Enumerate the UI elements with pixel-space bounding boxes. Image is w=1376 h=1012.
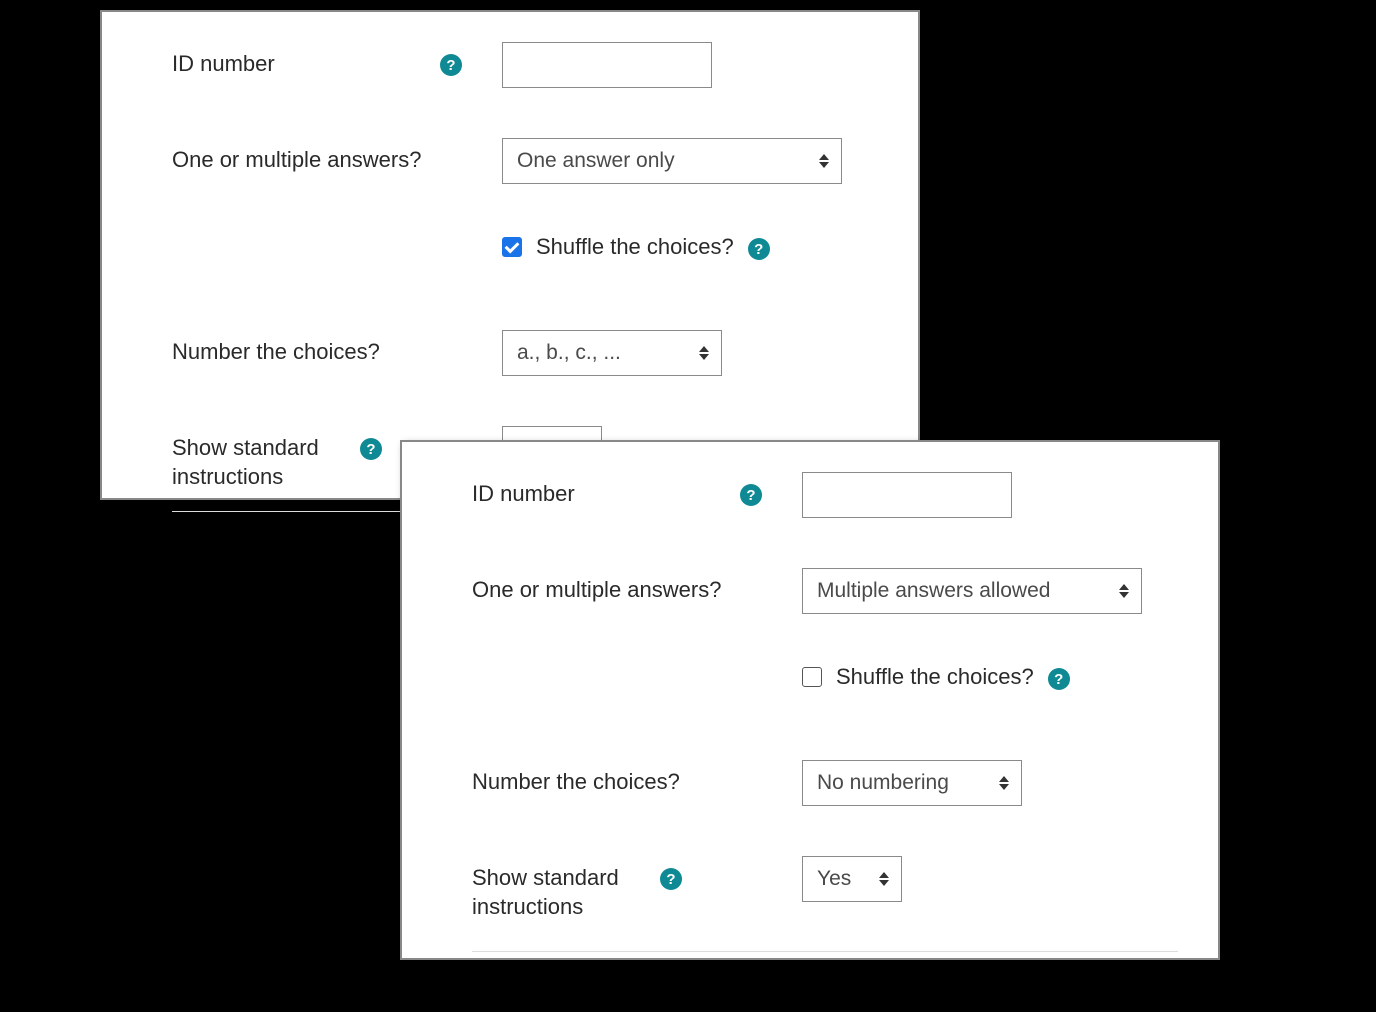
help-icon[interactable]: ?	[748, 238, 770, 260]
number-choices-row: Number the choices? a., b., c., ...	[172, 330, 878, 376]
show-instructions-select[interactable]: Yes	[802, 856, 902, 902]
help-icon[interactable]: ?	[1048, 668, 1070, 690]
number-choices-value: No numbering	[817, 771, 949, 795]
number-choices-select[interactable]: No numbering	[802, 760, 1022, 806]
settings-panel-1: ID number ? One or multiple answers? One…	[100, 10, 920, 500]
id-number-row: ID number ?	[472, 472, 1178, 518]
settings-panel-2: ID number ? One or multiple answers? Mul…	[400, 440, 1220, 960]
show-instructions-value: Yes	[817, 867, 851, 891]
id-number-row: ID number ?	[172, 42, 878, 88]
number-choices-label: Number the choices?	[472, 768, 762, 797]
id-number-label: ID number	[172, 50, 432, 79]
shuffle-checkbox[interactable]	[802, 667, 822, 687]
number-choices-row: Number the choices? No numbering	[472, 760, 1178, 806]
id-number-input[interactable]	[802, 472, 1012, 518]
chevron-sort-icon	[999, 776, 1009, 790]
chevron-sort-icon	[1119, 584, 1129, 598]
help-icon[interactable]: ?	[660, 868, 682, 890]
shuffle-row: Shuffle the choices? ?	[472, 664, 1178, 710]
help-icon[interactable]: ?	[740, 484, 762, 506]
shuffle-label: Shuffle the choices?	[536, 234, 734, 260]
chevron-sort-icon	[819, 154, 829, 168]
id-number-input[interactable]	[502, 42, 712, 88]
number-choices-value: a., b., c., ...	[517, 341, 621, 365]
one-or-multiple-row: One or multiple answers? Multiple answer…	[472, 568, 1178, 614]
one-or-multiple-select[interactable]: One answer only	[502, 138, 842, 184]
one-or-multiple-label: One or multiple answers?	[172, 146, 462, 175]
show-instructions-row: Show standard instructions ? Yes	[472, 856, 1178, 921]
show-instructions-label: Show standard instructions	[172, 434, 352, 491]
shuffle-label: Shuffle the choices?	[836, 664, 1034, 690]
divider	[472, 951, 1178, 952]
chevron-sort-icon	[699, 346, 709, 360]
id-number-label: ID number	[472, 480, 732, 509]
number-choices-label: Number the choices?	[172, 338, 462, 367]
help-icon[interactable]: ?	[440, 54, 462, 76]
one-or-multiple-value: Multiple answers allowed	[817, 579, 1050, 603]
one-or-multiple-select[interactable]: Multiple answers allowed	[802, 568, 1142, 614]
one-or-multiple-row: One or multiple answers? One answer only	[172, 138, 878, 184]
show-instructions-label: Show standard instructions	[472, 864, 652, 921]
one-or-multiple-label: One or multiple answers?	[472, 576, 762, 605]
shuffle-checkbox[interactable]	[502, 237, 522, 257]
shuffle-row: Shuffle the choices? ?	[172, 234, 878, 280]
number-choices-select[interactable]: a., b., c., ...	[502, 330, 722, 376]
one-or-multiple-value: One answer only	[517, 149, 675, 173]
help-icon[interactable]: ?	[360, 438, 382, 460]
chevron-sort-icon	[879, 872, 889, 886]
